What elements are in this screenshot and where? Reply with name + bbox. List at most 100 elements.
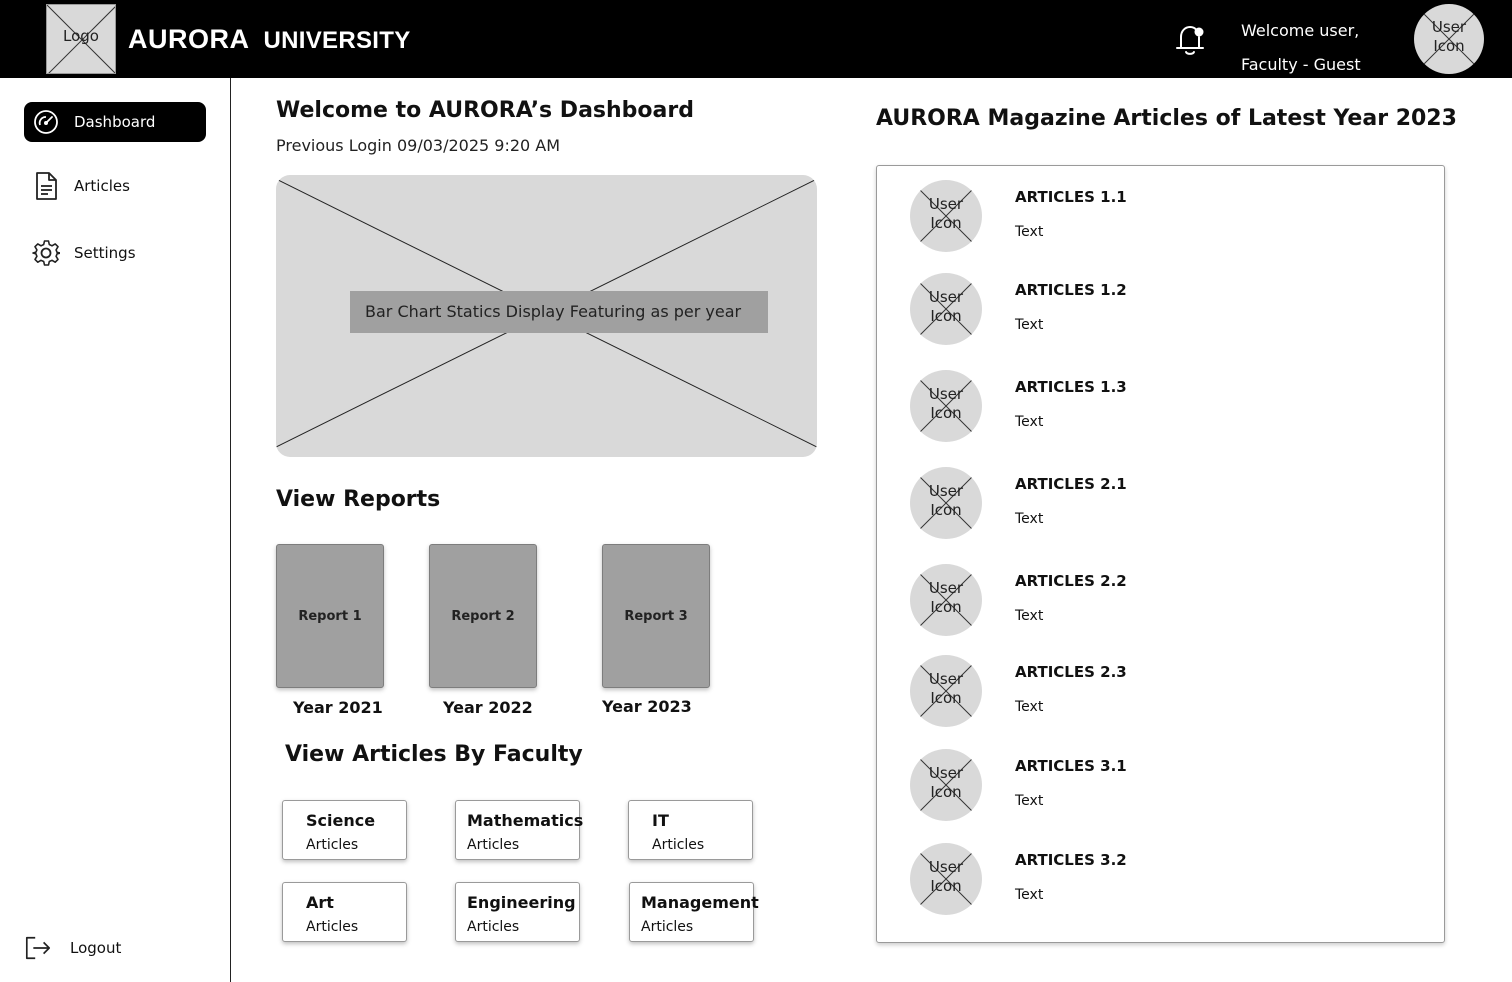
avatar-line-2: Icon bbox=[930, 214, 962, 232]
brand-primary: AURORA bbox=[128, 24, 250, 54]
faculty-name: Management bbox=[641, 893, 759, 912]
avatar-line-1: User bbox=[928, 288, 964, 306]
report-card-2[interactable]: Report 2 bbox=[429, 544, 537, 688]
avatar-placeholder-text: User Icon bbox=[910, 288, 982, 326]
article-text: Text bbox=[1015, 699, 1044, 715]
report-card-3[interactable]: Report 3 bbox=[602, 544, 710, 688]
avatar-placeholder-text: User Icon bbox=[910, 482, 982, 520]
faculty-card-engineering[interactable]: Engineering Articles bbox=[455, 882, 580, 942]
article-item[interactable]: User Icon ARTICLES 2.3 Text bbox=[877, 655, 1444, 727]
welcome-text: Welcome user, Faculty - Guest bbox=[1241, 14, 1361, 82]
chart-caption: Bar Chart Statics Display Featuring as p… bbox=[350, 291, 768, 333]
article-text: Text bbox=[1015, 224, 1044, 240]
avatar-line-2: Icon bbox=[930, 598, 962, 616]
article-avatar: User Icon bbox=[910, 370, 982, 442]
brand-name: AURORA UNIVERSITY bbox=[128, 24, 411, 58]
faculty-card-it[interactable]: IT Articles bbox=[628, 800, 753, 860]
report-card-1[interactable]: Report 1 bbox=[276, 544, 384, 688]
sidebar-item-dashboard[interactable]: Dashboard bbox=[24, 102, 206, 142]
report-year-3: Year 2023 bbox=[602, 697, 692, 716]
report-year-1: Year 2021 bbox=[293, 698, 383, 717]
article-avatar: User Icon bbox=[910, 655, 982, 727]
header-user-avatar[interactable]: User Icon bbox=[1414, 4, 1484, 74]
avatar-line-2: Icon bbox=[930, 307, 962, 325]
sidebar-item-label: Dashboard bbox=[74, 113, 156, 131]
article-item[interactable]: User Icon ARTICLES 3.1 Text bbox=[877, 749, 1444, 821]
faculty-card-management[interactable]: Management Articles bbox=[629, 882, 759, 942]
faculty-sub: Articles bbox=[306, 837, 359, 853]
avatar-line-1: User bbox=[1431, 18, 1467, 36]
page-title: Welcome to AURORA’s Dashboard bbox=[276, 98, 694, 123]
document-icon bbox=[32, 172, 60, 200]
faculty-sub: Articles bbox=[306, 919, 359, 935]
faculty-sub: Articles bbox=[467, 837, 520, 853]
avatar-placeholder-text: User Icon bbox=[910, 385, 982, 423]
reports-section-title: View Reports bbox=[276, 487, 441, 512]
article-avatar: User Icon bbox=[910, 467, 982, 539]
sidebar-item-label: Articles bbox=[74, 177, 130, 195]
brand-secondary: UNIVERSITY bbox=[263, 27, 411, 54]
article-item[interactable]: User Icon ARTICLES 1.2 Text bbox=[877, 273, 1444, 345]
faculty-name: Mathematics bbox=[467, 811, 584, 830]
article-title: ARTICLES 1.2 bbox=[1015, 281, 1127, 299]
article-avatar: User Icon bbox=[910, 843, 982, 915]
article-item[interactable]: User Icon ARTICLES 1.1 Text bbox=[877, 180, 1444, 252]
faculty-card-science[interactable]: Science Articles bbox=[282, 800, 407, 860]
faculty-card-art[interactable]: Art Articles bbox=[282, 882, 407, 942]
logout-label: Logout bbox=[70, 939, 122, 957]
logo-text: Logo bbox=[63, 27, 99, 45]
avatar-placeholder-text: User Icon bbox=[910, 579, 982, 617]
avatar-placeholder-text: User Icon bbox=[910, 764, 982, 802]
avatar-line-1: User bbox=[928, 670, 964, 688]
article-text: Text bbox=[1015, 511, 1044, 527]
article-item[interactable]: User Icon ARTICLES 2.1 Text bbox=[877, 467, 1444, 539]
article-avatar: User Icon bbox=[910, 749, 982, 821]
avatar-line-1: User bbox=[928, 385, 964, 403]
faculty-card-mathematics[interactable]: Mathematics Articles bbox=[455, 800, 584, 860]
logout-button[interactable]: Logout bbox=[24, 928, 206, 968]
article-text: Text bbox=[1015, 414, 1044, 430]
sidebar-item-label: Settings bbox=[74, 244, 136, 262]
article-text: Text bbox=[1015, 317, 1044, 333]
article-item[interactable]: User Icon ARTICLES 1.3 Text bbox=[877, 370, 1444, 442]
avatar-line-1: User bbox=[928, 482, 964, 500]
avatar-placeholder-text: User Icon bbox=[910, 195, 982, 233]
article-title: ARTICLES 1.1 bbox=[1015, 188, 1127, 206]
article-text: Text bbox=[1015, 793, 1044, 809]
sidebar-item-settings[interactable]: Settings bbox=[24, 233, 206, 273]
logo-placeholder[interactable]: Logo bbox=[46, 4, 116, 74]
faculty-name: Engineering bbox=[467, 893, 576, 912]
article-title: ARTICLES 2.2 bbox=[1015, 572, 1127, 590]
article-text: Text bbox=[1015, 608, 1044, 624]
article-item[interactable]: User Icon ARTICLES 2.2 Text bbox=[877, 564, 1444, 636]
avatar-placeholder-text: User Icon bbox=[1414, 18, 1484, 56]
article-item[interactable]: User Icon ARTICLES 3.2 Text bbox=[877, 843, 1444, 915]
article-avatar: User Icon bbox=[910, 180, 982, 252]
avatar-line-1: User bbox=[928, 195, 964, 213]
avatar-placeholder-text: User Icon bbox=[910, 858, 982, 896]
report-year-2: Year 2022 bbox=[443, 698, 533, 717]
article-title: ARTICLES 1.3 bbox=[1015, 378, 1127, 396]
faculty-name: IT bbox=[652, 811, 669, 830]
avatar-line-1: User bbox=[928, 764, 964, 782]
sidebar: Dashboard Articles Settings Logout bbox=[0, 78, 231, 982]
bell-icon[interactable] bbox=[1172, 20, 1208, 58]
avatar-line-2: Icon bbox=[930, 404, 962, 422]
faculty-name: Art bbox=[306, 893, 334, 912]
faculty-sub: Articles bbox=[641, 919, 694, 935]
articles-section-title: AURORA Magazine Articles of Latest Year … bbox=[876, 106, 1457, 131]
avatar-line-2: Icon bbox=[930, 877, 962, 895]
avatar-placeholder-text: User Icon bbox=[910, 670, 982, 708]
article-title: ARTICLES 2.3 bbox=[1015, 663, 1127, 681]
faculty-sub: Articles bbox=[467, 919, 520, 935]
previous-login: Previous Login 09/03/2025 9:20 AM bbox=[276, 136, 561, 155]
avatar-line-1: User bbox=[928, 579, 964, 597]
article-title: ARTICLES 3.1 bbox=[1015, 757, 1127, 775]
article-avatar: User Icon bbox=[910, 273, 982, 345]
avatar-line-2: Icon bbox=[930, 689, 962, 707]
faculty-sub: Articles bbox=[652, 837, 705, 853]
sidebar-item-articles[interactable]: Articles bbox=[24, 166, 206, 206]
article-title: ARTICLES 2.1 bbox=[1015, 475, 1127, 493]
gear-icon bbox=[32, 239, 60, 267]
articles-list: User Icon ARTICLES 1.1 Text User Icon ARTI… bbox=[876, 165, 1445, 943]
